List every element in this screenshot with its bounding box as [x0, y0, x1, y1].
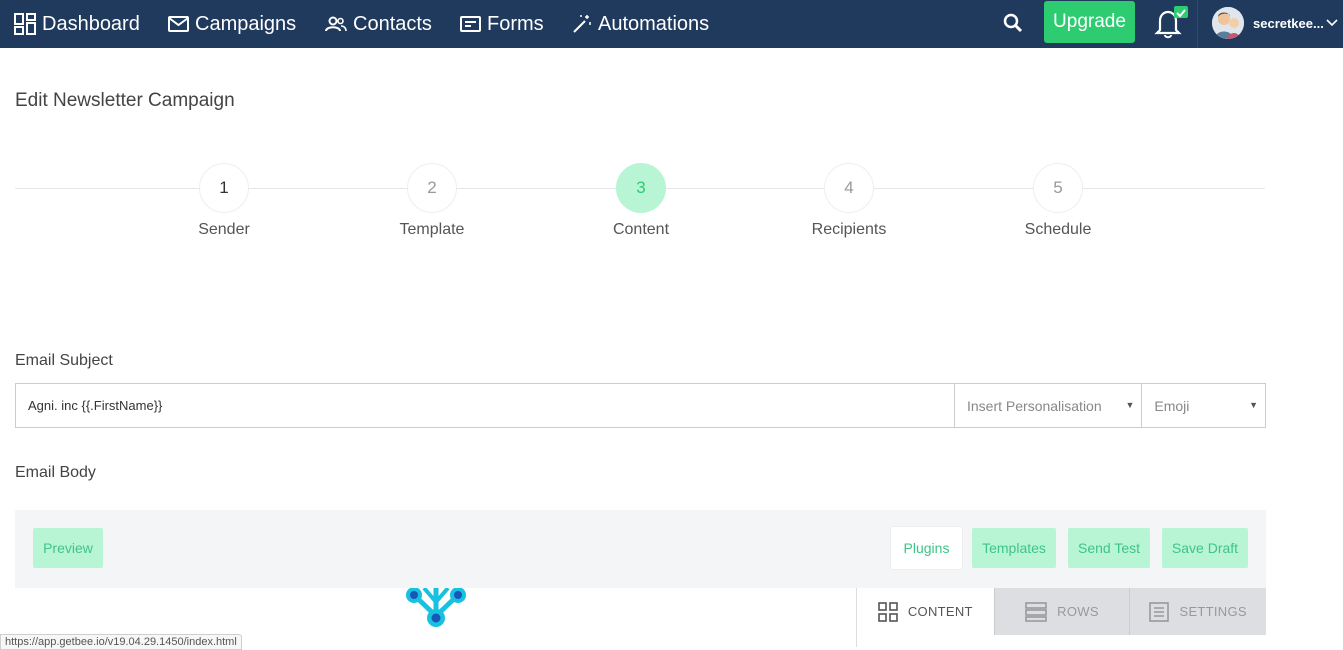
chevron-down-icon — [1326, 19, 1338, 27]
rows-icon — [1025, 601, 1047, 622]
magic-wand-icon — [573, 15, 591, 33]
step-number: 2 — [407, 163, 457, 213]
nav-automations-label: Automations — [598, 12, 710, 35]
email-subject-input[interactable] — [16, 384, 954, 427]
step-number: 4 — [824, 163, 874, 213]
editor-loading-logo-icon — [406, 588, 466, 627]
step-label: Template — [399, 221, 465, 238]
tab-content[interactable]: CONTENT — [857, 588, 994, 635]
check-icon — [1176, 9, 1186, 18]
avatar — [1212, 7, 1244, 39]
caret-down-icon: ▼ — [1125, 400, 1135, 410]
top-navigation-bar: Dashboard Campaigns Contacts Forms Autom… — [0, 0, 1343, 48]
emoji-select[interactable]: Emoji ▼ — [1141, 384, 1265, 427]
tab-rows-label: ROWS — [1057, 604, 1099, 619]
user-menu[interactable]: secretkee... — [1212, 5, 1338, 41]
users-icon — [325, 16, 347, 32]
nav-campaigns-label: Campaigns — [195, 12, 297, 35]
avatar-icon — [1212, 7, 1244, 39]
step-schedule[interactable]: 5 Schedule — [993, 163, 1123, 239]
step-number: 1 — [199, 163, 249, 213]
settings-list-icon — [1149, 601, 1170, 622]
notifications-button[interactable] — [1154, 6, 1188, 40]
step-sender[interactable]: 1 Sender — [159, 163, 289, 239]
nav-forms[interactable]: Forms — [460, 0, 544, 48]
page-title: Edit Newsletter Campaign — [15, 90, 235, 111]
nav-divider — [1197, 0, 1198, 48]
step-recipients[interactable]: 4 Recipients — [784, 163, 914, 239]
tab-content-label: CONTENT — [907, 604, 973, 619]
email-subject-row: Insert Personalisation ▼ Emoji ▼ — [15, 383, 1266, 428]
caret-down-icon: ▼ — [1249, 400, 1258, 410]
nav-forms-label: Forms — [487, 12, 544, 35]
insert-personalisation-select[interactable]: Insert Personalisation ▼ — [954, 384, 1141, 427]
email-body-label: Email Body — [15, 464, 96, 481]
upgrade-button[interactable]: Upgrade — [1044, 1, 1135, 43]
templates-button[interactable]: Templates — [972, 528, 1056, 568]
step-label: Sender — [198, 221, 250, 238]
step-number: 3 — [616, 163, 666, 213]
step-number: 5 — [1033, 163, 1083, 213]
nav-contacts[interactable]: Contacts — [325, 0, 432, 48]
tab-rows[interactable]: ROWS — [993, 588, 1130, 635]
search-button[interactable] — [1000, 10, 1026, 36]
step-label: Content — [612, 221, 670, 238]
envelope-icon — [168, 16, 189, 32]
nav-dashboard-label: Dashboard — [42, 12, 140, 35]
step-label: Schedule — [1024, 221, 1092, 238]
step-template[interactable]: 2 Template — [367, 163, 497, 239]
tab-settings[interactable]: SETTINGS — [1129, 588, 1267, 635]
nav-campaigns[interactable]: Campaigns — [168, 0, 296, 48]
notification-badge — [1174, 6, 1188, 18]
step-content[interactable]: 3 Content — [576, 163, 706, 239]
status-bar-url: https://app.getbee.io/v19.04.29.1450/ind… — [0, 634, 242, 650]
preview-button[interactable]: Preview — [33, 528, 103, 568]
emoji-select-label: Emoji — [1154, 397, 1190, 414]
email-subject-label: Email Subject — [15, 352, 113, 369]
step-label: Recipients — [811, 221, 887, 238]
insert-personalisation-label: Insert Personalisation — [967, 397, 1102, 414]
grid-icon — [878, 601, 898, 622]
nav-contacts-label: Contacts — [353, 12, 432, 35]
tab-settings-label: SETTINGS — [1179, 604, 1247, 619]
plugins-button[interactable]: Plugins — [890, 526, 963, 570]
search-icon — [1003, 13, 1023, 33]
send-test-button[interactable]: Send Test — [1068, 528, 1150, 568]
user-name: secretkee... — [1253, 15, 1324, 31]
form-icon — [460, 16, 481, 32]
nav-dashboard[interactable]: Dashboard — [14, 0, 140, 48]
nav-automations[interactable]: Automations — [572, 0, 709, 48]
editor-toolbar: Preview Plugins Templates Send Test Save… — [15, 510, 1266, 588]
save-draft-button[interactable]: Save Draft — [1162, 528, 1248, 568]
editor-side-tabs: CONTENT ROWS SETTINGS — [856, 588, 1267, 647]
dashboard-icon — [14, 13, 36, 35]
